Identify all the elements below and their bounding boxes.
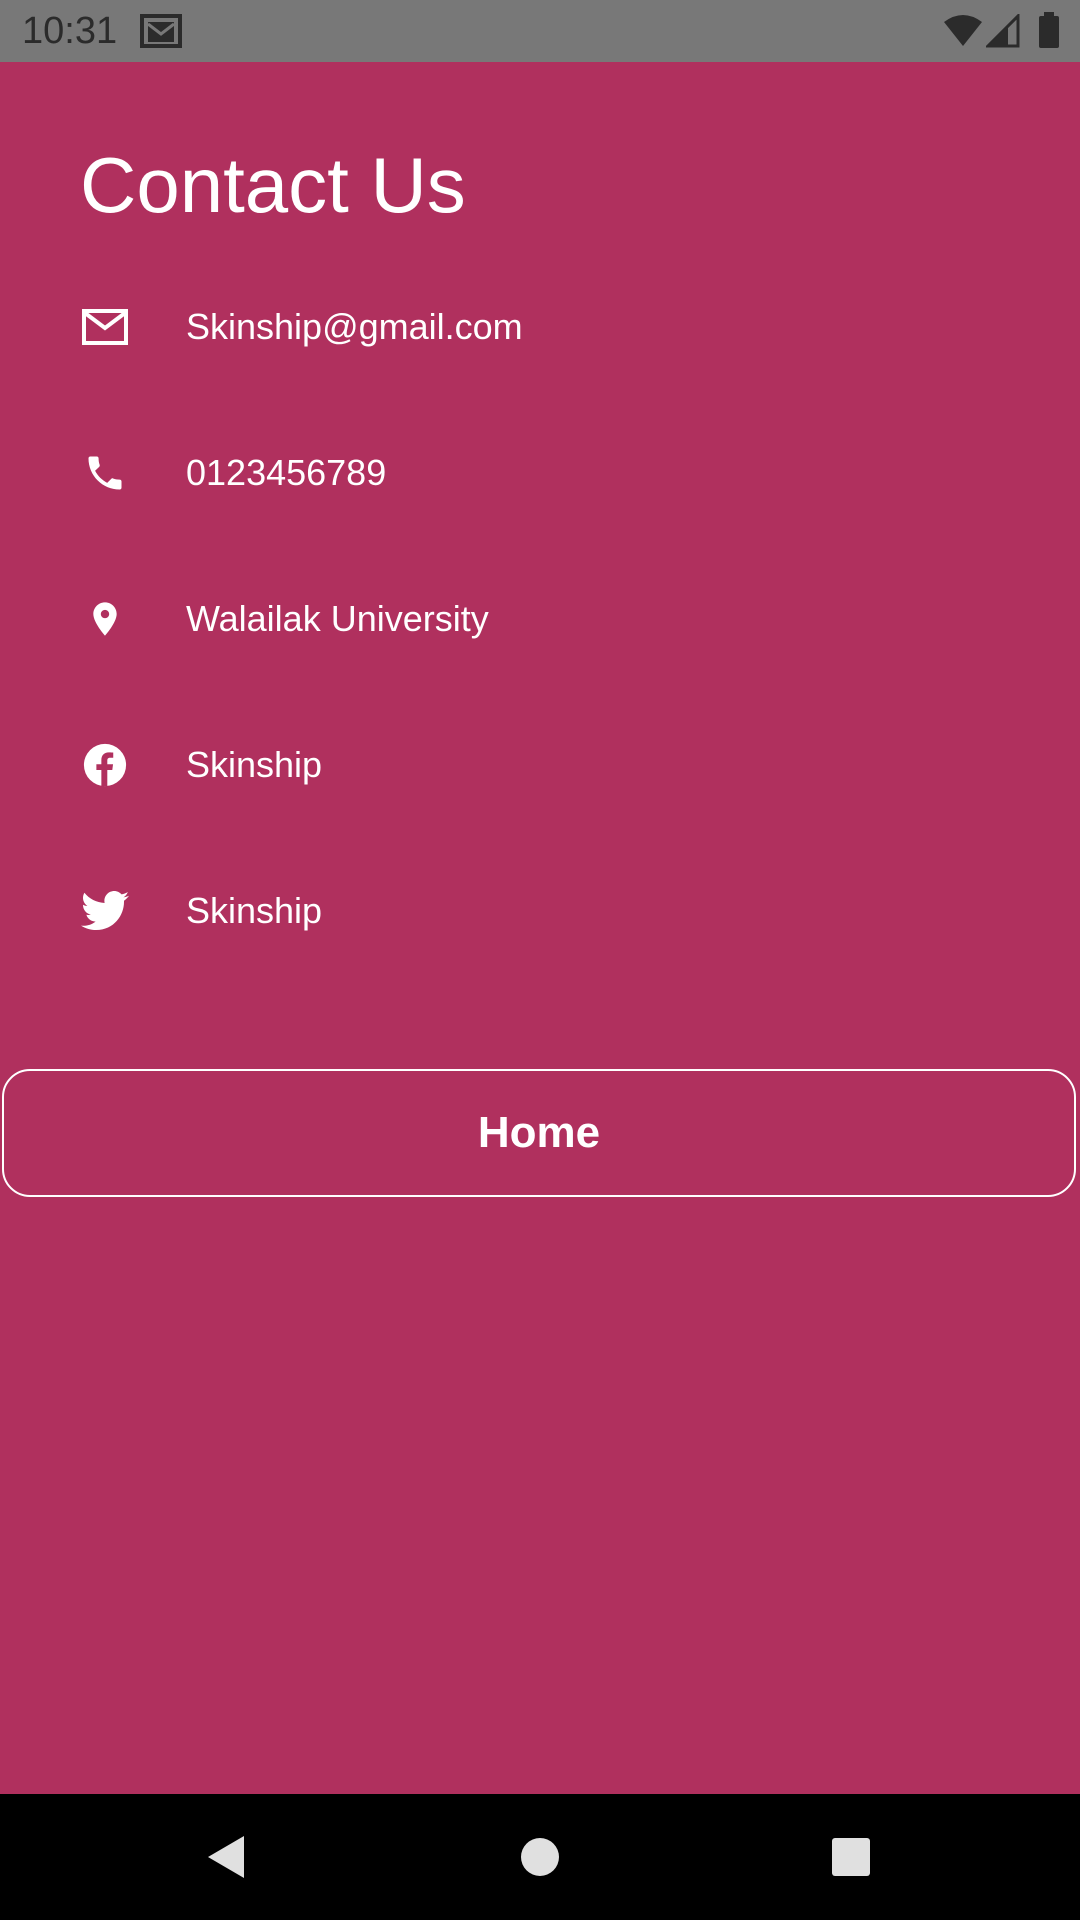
- contact-row-email: Skinship@gmail.com: [80, 287, 1000, 367]
- contact-phone-text: 0123456789: [186, 452, 387, 493]
- contact-location-text: Walailak University: [186, 598, 489, 639]
- status-time: 10:31: [22, 10, 118, 52]
- wifi-icon: [944, 15, 982, 46]
- recents-square-icon[interactable]: [818, 1824, 884, 1890]
- phone-icon: [80, 448, 130, 498]
- contact-twitter-text: Skinship: [186, 890, 323, 931]
- gmail-icon: [140, 14, 182, 48]
- contact-us-screen: 10:31 Contact Us Skinship@gmail.com 0123…: [0, 0, 1080, 1920]
- contact-row-phone: 0123456789: [80, 433, 1000, 513]
- contact-row-location: Walailak University: [80, 579, 1000, 659]
- contact-email-text: Skinship@gmail.com: [186, 306, 523, 347]
- mail-icon: [80, 302, 130, 352]
- facebook-icon: [80, 740, 130, 790]
- contact-row-facebook: Skinship: [80, 725, 1000, 805]
- page-title: Contact Us: [80, 141, 466, 229]
- contact-row-twitter: Skinship: [80, 871, 1000, 951]
- home-button[interactable]: Home: [2, 1069, 1076, 1197]
- location-pin-icon: [80, 594, 130, 644]
- contact-facebook-text: Skinship: [186, 744, 323, 785]
- home-circle-icon[interactable]: [507, 1824, 573, 1890]
- battery-icon: [1039, 12, 1059, 48]
- twitter-icon: [80, 886, 130, 936]
- back-icon[interactable]: [192, 1824, 258, 1890]
- navigation-bar: [0, 1794, 1080, 1920]
- signal-icon: [986, 14, 1020, 48]
- status-bar: 10:31: [0, 0, 1080, 62]
